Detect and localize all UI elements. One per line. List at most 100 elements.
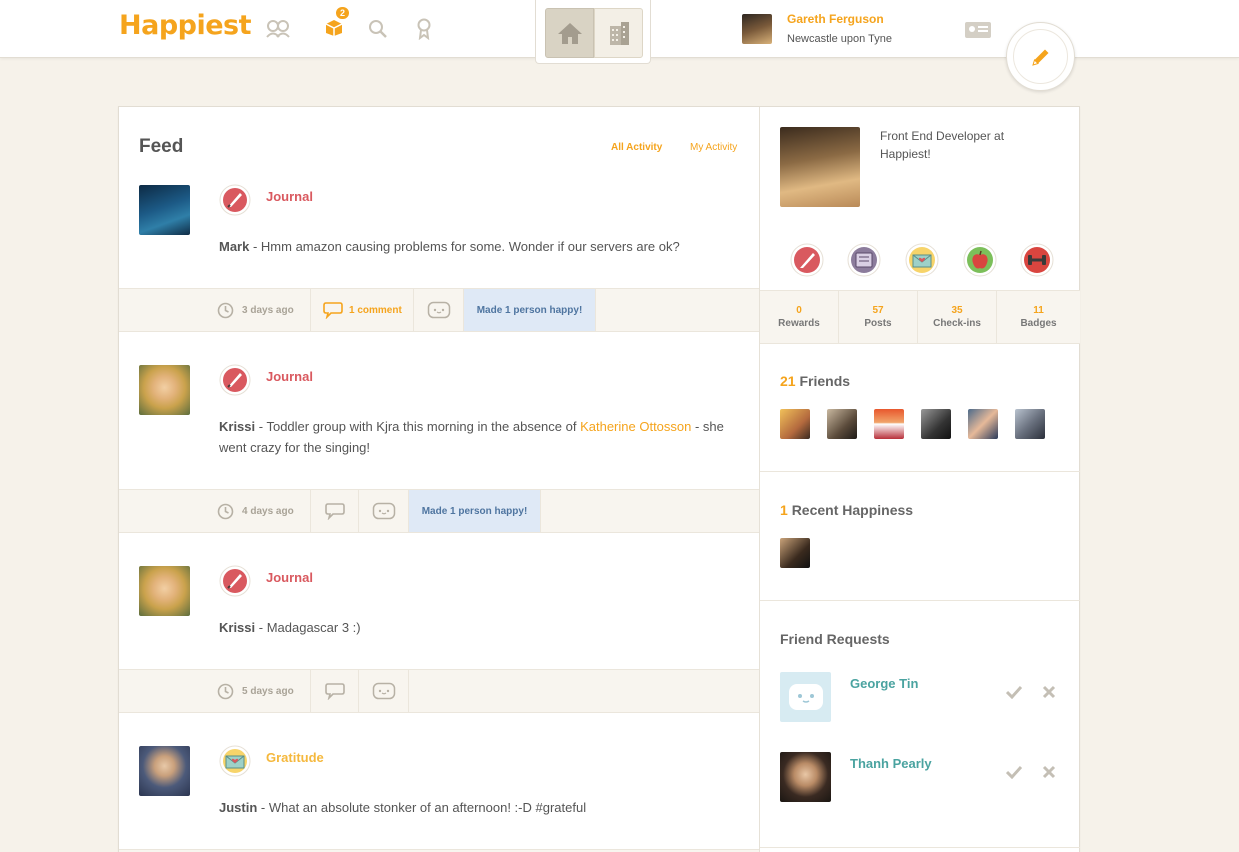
home-icon [557, 23, 582, 44]
post-author-avatar[interactable] [139, 365, 190, 415]
stat-check-ins[interactable]: 35 Check-ins [918, 291, 997, 343]
search-icon[interactable] [362, 14, 394, 44]
comment-button[interactable]: 1 comment [311, 289, 414, 331]
post-category[interactable]: Journal [266, 189, 313, 204]
post-body: Mark - Hmm amazon causing problems for s… [219, 236, 741, 257]
profile-photo[interactable] [780, 127, 860, 207]
clock-icon [217, 503, 234, 519]
view-switcher [535, 0, 651, 64]
dumbbell-badge-icon[interactable] [1020, 243, 1054, 277]
profile-stats: 0 Rewards 57 Posts 35 Check-ins 11 Badges [760, 290, 1080, 344]
decline-request-button[interactable] [1041, 684, 1057, 700]
friends-nav-icon[interactable] [262, 14, 294, 44]
request-name[interactable]: George Tin [850, 676, 918, 691]
pencil-icon [1031, 49, 1048, 66]
profile-sidebar: Front End Developer at Happiest! 0 Reward… [760, 107, 1080, 852]
smile-button[interactable] [414, 289, 464, 331]
clock-icon [217, 683, 234, 699]
accept-request-button[interactable] [1006, 684, 1022, 700]
apple-badge-icon[interactable] [963, 243, 997, 277]
stat-posts[interactable]: 57 Posts [839, 291, 918, 343]
made-happy-label: Made 1 person happy! [409, 490, 541, 532]
comment-button[interactable] [311, 490, 359, 532]
filter-my-activity[interactable]: My Activity [690, 142, 737, 153]
post-category[interactable]: Journal [266, 369, 313, 384]
main-panel: Feed All Activity My Activity Journal Ma… [118, 106, 1080, 852]
post-author-avatar[interactable] [139, 746, 190, 796]
logo[interactable]: Happiest [119, 10, 252, 41]
book-badge-icon[interactable] [847, 243, 881, 277]
post-actions: 3 days ago 1 comment Made 1 person happy… [119, 288, 759, 332]
journal-icon [219, 184, 251, 216]
feed: Feed All Activity My Activity Journal Ma… [119, 107, 760, 852]
post-category[interactable]: Gratitude [266, 750, 324, 765]
default-avatar-icon [788, 684, 823, 710]
post-actions: 5 days ago [119, 669, 759, 713]
request-avatar[interactable] [780, 672, 831, 722]
divider [760, 847, 1080, 848]
journal-badge-icon[interactable] [790, 243, 824, 277]
post-actions: 4 days ago Made 1 person happy! [119, 489, 759, 533]
friend-avatar[interactable] [1015, 409, 1045, 439]
post-timestamp: 3 days ago [119, 289, 311, 331]
friends-heading[interactable]: 21 Friends [780, 373, 850, 389]
decline-request-button[interactable] [1041, 764, 1057, 780]
gratitude-icon [219, 745, 251, 777]
filter-all-activity[interactable]: All Activity [611, 142, 662, 153]
checkmark-icon [1006, 765, 1022, 779]
request-avatar[interactable] [780, 752, 831, 802]
stat-rewards[interactable]: 0 Rewards [760, 291, 839, 343]
journal-icon [219, 364, 251, 396]
city-view-button[interactable] [594, 8, 643, 58]
divider [760, 471, 1080, 472]
post-category[interactable]: Journal [266, 570, 313, 585]
post-author[interactable]: Mark [219, 239, 249, 254]
post-author[interactable]: Justin [219, 800, 257, 815]
smile-button[interactable] [359, 490, 409, 532]
post-text: - Hmm amazon causing problems for some. … [249, 239, 680, 254]
close-icon [1042, 685, 1056, 699]
user-avatar[interactable] [742, 14, 772, 44]
mentioned-user-link[interactable]: Katherine Ottosson [580, 419, 691, 434]
stat-badges[interactable]: 11 Badges [997, 291, 1080, 343]
friend-requests-heading: Friend Requests [780, 631, 890, 647]
notification-count-badge: 2 [334, 6, 350, 20]
close-icon [1042, 765, 1056, 779]
post-timestamp: 4 days ago [119, 490, 311, 532]
compose-button[interactable] [1006, 22, 1075, 91]
post-author[interactable]: Krissi [219, 620, 255, 635]
friend-avatar[interactable] [780, 409, 810, 439]
awards-nav-icon[interactable] [408, 14, 440, 44]
notifications-nav-icon[interactable]: 2 [318, 6, 350, 42]
request-name[interactable]: Thanh Pearly [850, 756, 932, 771]
feed-title: Feed [139, 136, 184, 157]
post-author[interactable]: Krissi [219, 419, 255, 434]
friend-avatar[interactable] [874, 409, 904, 439]
friend-avatar[interactable] [921, 409, 951, 439]
id-card-icon[interactable] [965, 22, 991, 38]
profile-bio: Front End Developer at Happiest! [880, 129, 1005, 161]
user-name[interactable]: Gareth Ferguson [787, 12, 884, 26]
friend-avatar[interactable] [827, 409, 857, 439]
comment-icon [324, 503, 345, 520]
smiley-face-icon [372, 682, 395, 700]
post-author-avatar[interactable] [139, 566, 190, 616]
smile-button[interactable] [359, 670, 409, 712]
friend-avatar[interactable] [968, 409, 998, 439]
made-happy-label: Made 1 person happy! [464, 289, 596, 331]
home-view-button[interactable] [545, 8, 594, 58]
divider [760, 600, 1080, 601]
comment-button[interactable] [311, 670, 359, 712]
comment-icon [323, 302, 343, 319]
gratitude-badge-icon[interactable] [905, 243, 939, 277]
buildings-icon [609, 22, 629, 45]
post-body: Krissi - Madagascar 3 :) [219, 617, 741, 638]
checkmark-icon [1006, 685, 1022, 699]
recent-happiness-avatar[interactable] [780, 538, 810, 568]
user-location: Newcastle upon Tyne [787, 33, 892, 45]
smiley-face-icon [372, 502, 395, 520]
post-author-avatar[interactable] [139, 185, 190, 235]
accept-request-button[interactable] [1006, 764, 1022, 780]
recent-happiness-heading[interactable]: 1 Recent Happiness [780, 502, 913, 518]
badge-row [780, 243, 1060, 279]
